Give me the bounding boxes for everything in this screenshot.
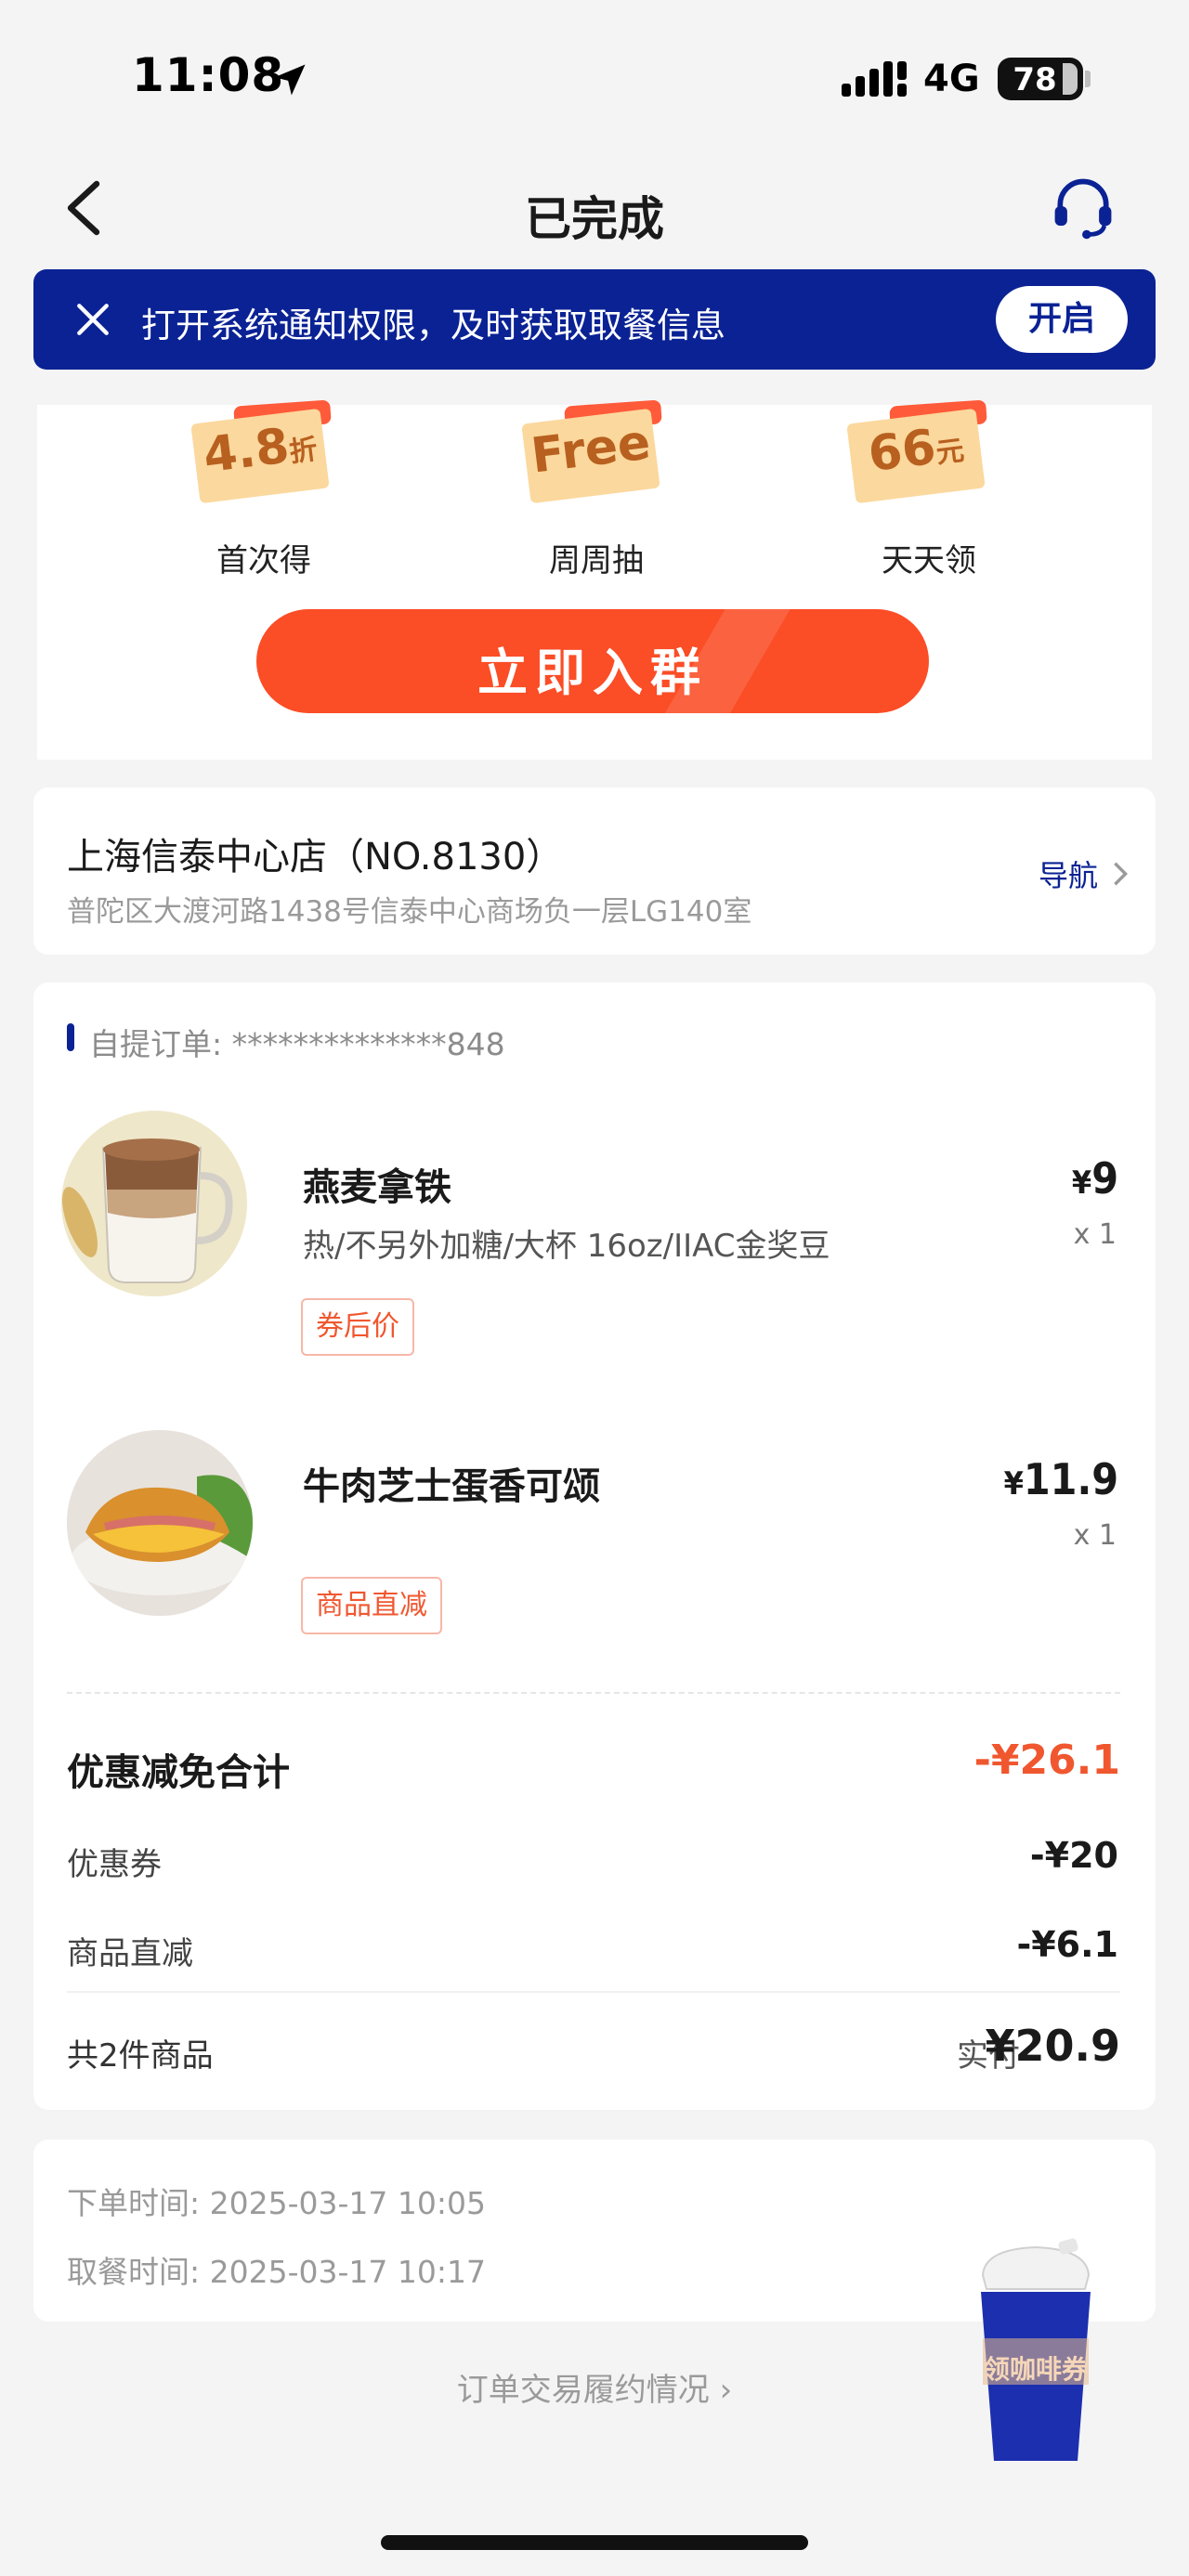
coupon-daily: 66元 <box>846 399 987 504</box>
battery-nub <box>1085 71 1091 87</box>
coupon-discount-label: 优惠券 <box>67 1846 162 1883</box>
qty-oat-latte: x 1 <box>1073 1218 1117 1251</box>
close-icon[interactable] <box>72 299 113 340</box>
battery-icon: 78 <box>998 58 1083 100</box>
product-name-beef-croissant: 牛肉芝士蛋香可颂 <box>303 1465 600 1508</box>
pickup-time: 取餐时间: 2025-03-17 10:17 <box>67 2254 486 2290</box>
direct-discount-value: -¥6.1 <box>1016 1924 1118 1965</box>
page-title: 已完成 <box>525 192 664 246</box>
direct-discount-label: 商品直减 <box>67 1935 193 1972</box>
price-oat-latte: ¥9 <box>1071 1153 1118 1203</box>
promo-label-weekly: 周周抽 <box>549 542 644 579</box>
store-address: 普陀区大渡河路1438号信泰中心商场负一层LG140室 <box>67 895 752 929</box>
network-type: 4G <box>923 58 980 100</box>
chevron-right-icon[interactable] <box>1111 860 1130 888</box>
store-name: 上海信泰中心店（NO.8130） <box>67 836 564 878</box>
item-count: 共2件商品 <box>67 2037 214 2075</box>
divider <box>67 1692 1120 1694</box>
price-beef-croissant: ¥11.9 <box>1003 1454 1118 1504</box>
coupon-first-time: 4.8折 <box>190 399 332 504</box>
discount-total-title: 优惠减免合计 <box>67 1751 290 1794</box>
coffee-coupon-label[interactable]: 领咖啡券 <box>977 2349 1094 2387</box>
coupon-discount-value: -¥20 <box>1029 1835 1118 1876</box>
join-group-label: 立即入群 <box>477 644 708 702</box>
status-bar: 11:08 4G 78 <box>0 0 1189 149</box>
order-marker <box>67 1023 74 1051</box>
status-time: 11:08 <box>132 48 285 102</box>
qty-beef-croissant: x 1 <box>1073 1519 1117 1552</box>
divider <box>67 1991 1120 1993</box>
coupon-weekly-draw: Free <box>521 399 662 504</box>
home-indicator <box>381 2535 808 2550</box>
product-image-beef-croissant <box>67 1430 253 1616</box>
discount-total-value: -¥26.1 <box>973 1737 1120 1784</box>
enable-notification-button[interactable]: 开启 <box>996 286 1128 353</box>
customer-service-headset-icon[interactable] <box>1048 173 1118 243</box>
location-arrow-icon <box>274 64 306 96</box>
join-group-button[interactable]: 立即入群 <box>256 609 929 713</box>
store-navigation-link[interactable]: 导航 <box>1039 852 1098 895</box>
product-image-oat-latte <box>61 1111 247 1296</box>
battery-level: 78 <box>1013 61 1057 98</box>
cellular-signal-icon <box>842 61 907 97</box>
product-spec-oat-latte: 热/不另外加糖/大杯 16oz/IIAC金奖豆 <box>303 1228 830 1265</box>
promo-label-daily: 天天领 <box>882 542 976 579</box>
product-name-oat-latte: 燕麦拿铁 <box>303 1166 451 1209</box>
notification-text: 打开系统通知权限，及时获取取餐信息 <box>141 306 725 345</box>
order-time: 下单时间: 2025-03-17 10:05 <box>67 2185 486 2221</box>
tag-direct-discount: 商品直减 <box>301 1577 442 1634</box>
order-number: 自提订单: **************848 <box>89 1026 505 1062</box>
tag-after-coupon-price: 券后价 <box>301 1298 414 1356</box>
paid-amount: ¥20.9 <box>985 2021 1120 2071</box>
promo-label-first-time: 首次得 <box>216 542 311 579</box>
